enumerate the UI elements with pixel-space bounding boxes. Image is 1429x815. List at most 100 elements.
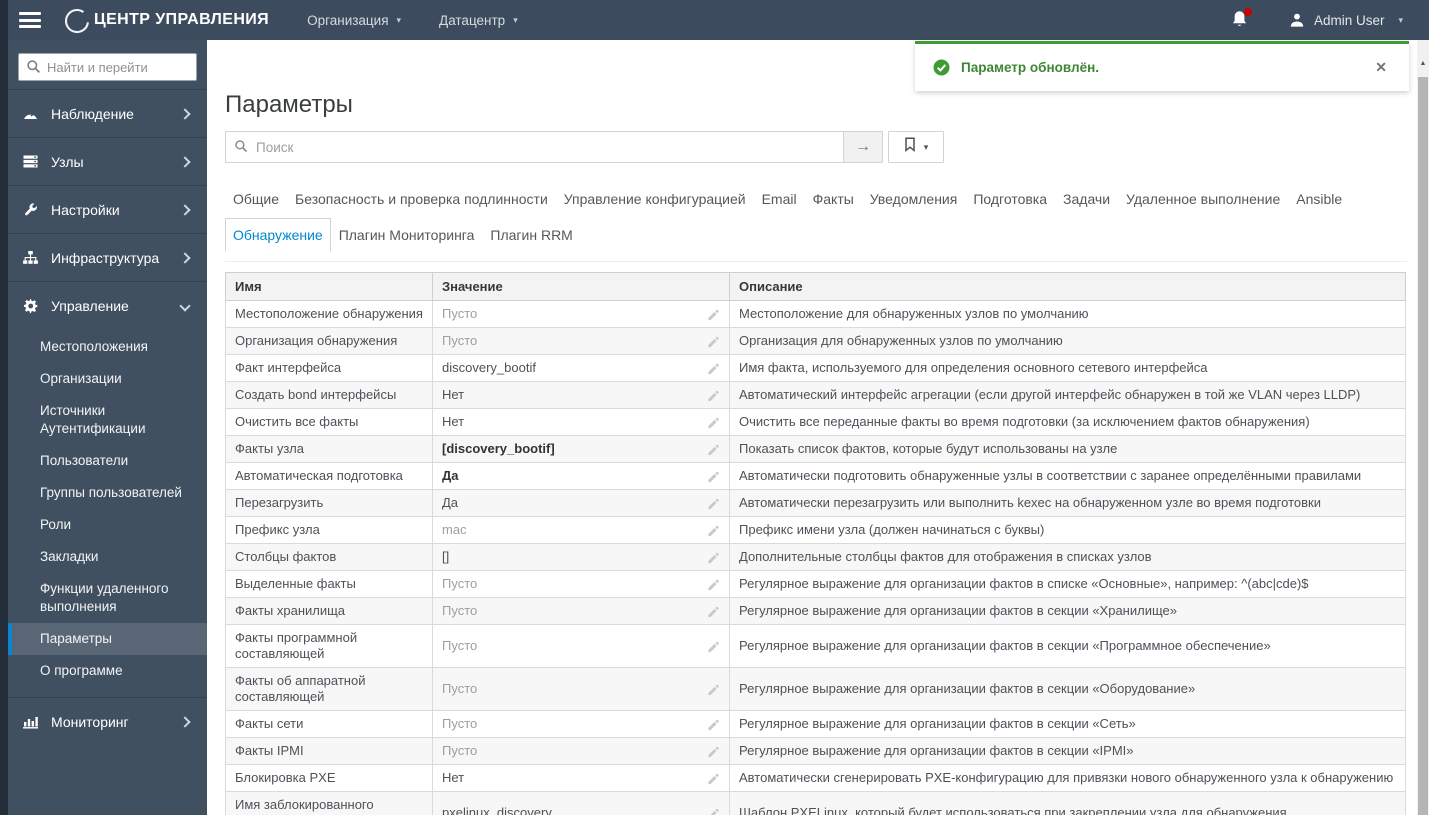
edit-pencil-icon[interactable] [707,683,720,696]
tab[interactable]: Факты [805,182,862,216]
setting-value: Пусто [442,576,478,591]
edit-pencil-icon[interactable] [707,335,720,348]
setting-name: Факты об аппаратной составляющей [225,667,433,711]
edit-pencil-icon[interactable] [707,416,720,429]
table-row: Автоматическая подготовка Да Автоматичес… [225,462,1406,490]
hamburger-icon[interactable] [19,12,41,28]
edit-pencil-icon[interactable] [707,551,720,564]
tab[interactable]: Плагин Мониторинга [331,218,483,252]
edit-pencil-icon[interactable] [707,362,720,375]
bookmark-dropdown-button[interactable]: ▾ [888,131,944,163]
edit-pencil-icon[interactable] [707,443,720,456]
sidebar-subitem[interactable]: Группы пользователей [8,477,207,509]
chevron-icon [179,299,191,312]
table-header-row: Имя Значение Описание [225,272,1406,301]
tab[interactable]: Подготовка [965,182,1055,216]
brand[interactable]: ЦЕНТР УПРАВЛЕНИЯ [62,5,269,35]
tab[interactable]: Ansible [1288,182,1350,216]
tab[interactable]: Уведомления [862,182,966,216]
edit-pencil-icon[interactable] [707,807,720,815]
tab[interactable]: Безопасность и проверка подлинности [287,182,556,216]
edit-pencil-icon[interactable] [707,578,720,591]
edit-pencil-icon[interactable] [707,640,720,653]
tab[interactable]: Задачи [1055,182,1118,216]
bookmark-icon [904,137,916,157]
vertical-scrollbar[interactable]: ▲ [1417,40,1429,815]
tab[interactable]: Обнаружение [225,218,331,252]
setting-value: Нет [442,770,465,785]
sidebar-subitem[interactable]: Организации [8,363,207,395]
setting-description: Регулярное выражение для организации фак… [729,570,1406,598]
search-bar: → ▾ [225,131,1417,163]
setting-value: Пусто [442,743,478,758]
gear-icon [21,298,40,314]
sidebar: Наблюдение Узлы Настройки Инфраструктура [8,40,207,815]
sidebar-item[interactable]: Инфраструктура [8,233,207,281]
setting-description: Префикс имени узла (должен начинаться с … [729,516,1406,544]
edit-pencil-icon[interactable] [707,497,720,510]
sidebar-item[interactable]: Настройки [8,185,207,233]
setting-name: Столбцы фактов [225,543,433,571]
scroll-up-icon[interactable]: ▲ [1417,57,1429,71]
close-icon[interactable]: ✕ [1375,59,1387,76]
setting-name: Имя заблокированного шаблона PXELinux [225,791,433,815]
table-row: Факт интерфейса discovery_bootif Имя фак… [225,354,1406,382]
sidebar-subitem[interactable]: Источники Аутентификации [8,395,207,445]
edit-pencil-icon[interactable] [707,308,720,321]
caret-down-icon: ▾ [396,14,402,25]
table-row: Выделенные факты Пусто Регулярное выраже… [225,570,1406,598]
setting-value: Пусто [442,603,478,618]
edit-pencil-icon[interactable] [707,718,720,731]
search-input[interactable] [225,131,843,163]
settings-tabs: Общие Безопасность и проверка подлинност… [225,182,1407,262]
sidebar-subitem[interactable]: Параметры [8,623,207,655]
setting-name: Факты программной составляющей [225,624,433,668]
column-header-value: Значение [432,272,730,301]
datacenter-menu[interactable]: Датацентр ▾ [439,13,518,28]
sidebar-search-input[interactable] [18,53,197,81]
setting-name: Очистить все факты [225,408,433,436]
table-row: Факты программной составляющей Пусто Рег… [225,624,1406,668]
sidebar-subitem[interactable]: Закладки [8,541,207,573]
table-row: Факты сети Пусто Регулярное выражение дл… [225,710,1406,738]
setting-value: Пусто [442,306,478,321]
edit-pencil-icon[interactable] [707,772,720,785]
tab[interactable]: Общие [225,182,287,216]
settings-table: Имя Значение Описание Местоположение обн… [225,272,1406,815]
setting-description: Регулярное выражение для организации фак… [729,667,1406,711]
sidebar-subitem[interactable]: Пользователи [8,445,207,477]
setting-description: Дополнительные столбцы фактов для отобра… [729,543,1406,571]
edit-pencil-icon[interactable] [707,745,720,758]
brand-logo-icon [62,5,92,35]
sidebar-subitem[interactable]: О программе [8,655,207,687]
sidebar-item[interactable]: Управление [8,281,207,329]
sidebar-item[interactable]: Наблюдение [8,89,207,137]
toast-message: Параметр обновлён. [961,60,1099,75]
check-circle-icon [933,59,950,76]
tab[interactable]: Email [754,182,805,216]
sidebar-subitem[interactable]: Роли [8,509,207,541]
search-icon [234,139,248,158]
chevron-icon [179,155,191,168]
sidebar-subitem[interactable]: Функции удаленного выполнения [8,573,207,623]
scrollbar-thumb[interactable] [1418,77,1428,815]
notifications-bell-icon[interactable] [1231,8,1252,30]
edit-pencil-icon[interactable] [707,389,720,402]
setting-name: Факты узла [225,435,433,463]
user-menu[interactable]: Admin User ▾ [1289,12,1403,28]
chevron-icon [179,251,191,264]
sidebar-item[interactable]: Мониторинг [8,697,207,745]
sidebar-subitem[interactable]: Местоположения [8,331,207,363]
edit-pencil-icon[interactable] [707,605,720,618]
chevron-icon [179,715,191,728]
table-row: Факты IPMI Пусто Регулярное выражение дл… [225,737,1406,765]
sidebar-item[interactable]: Узлы [8,137,207,185]
tab[interactable]: Удаленное выполнение [1118,182,1288,216]
edit-pencil-icon[interactable] [707,470,720,483]
edit-pencil-icon[interactable] [707,524,720,537]
search-submit-button[interactable]: → [843,131,883,163]
tab[interactable]: Управление конфигурацией [556,182,754,216]
tab[interactable]: Плагин RRM [482,218,580,252]
table-row: Местоположение обнаружения Пусто Местопо… [225,300,1406,328]
organization-menu[interactable]: Организация ▾ [307,13,401,28]
